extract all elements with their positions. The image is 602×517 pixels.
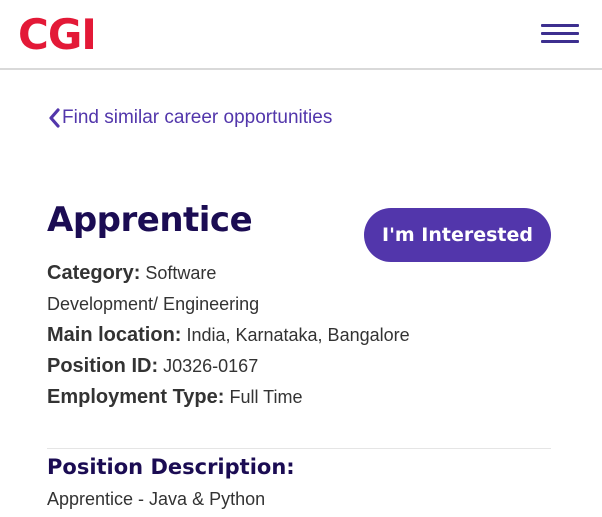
cgi-logo[interactable]: CGI <box>18 13 97 57</box>
location-value: India, Karnataka, Bangalore <box>186 325 410 345</box>
category-value-line1: Software <box>145 263 217 283</box>
location-row: Main location: India, Karnataka, Bangalo… <box>47 320 467 351</box>
menu-bar <box>541 40 579 43</box>
category-row: Category: Software <box>47 258 467 289</box>
category-row-continued: Development/ Engineering <box>47 289 467 320</box>
employment-type-value: Full Time <box>229 387 303 407</box>
position-id-value: J0326-0167 <box>163 356 259 376</box>
position-id-label: Position ID: <box>47 355 159 377</box>
position-description-text: Apprentice - Java & Python <box>47 489 266 509</box>
find-similar-careers-link[interactable]: Find similar career opportunities <box>47 106 332 130</box>
job-title: Apprentice <box>47 200 253 240</box>
site-header: CGI <box>0 0 602 70</box>
section-divider <box>47 448 551 449</box>
menu-bar <box>541 24 579 27</box>
position-id-row: Position ID: J0326-0167 <box>47 351 467 382</box>
employment-type-row: Employment Type: Full Time <box>47 382 467 413</box>
category-label: Category: <box>47 262 141 284</box>
employment-type-label: Employment Type: <box>47 386 225 408</box>
back-link-label: Find similar career opportunities <box>62 107 333 128</box>
im-interested-button[interactable]: I'm Interested <box>364 208 551 262</box>
position-description-heading: Position Description: <box>47 455 295 479</box>
chevron-left-icon <box>49 108 60 128</box>
location-label: Main location: <box>47 324 182 346</box>
hamburger-menu-icon[interactable] <box>541 24 579 44</box>
category-value-line2: Development/ Engineering <box>47 294 260 314</box>
menu-bar <box>541 32 579 35</box>
job-details: Category: Software Development/ Engineer… <box>47 258 467 413</box>
